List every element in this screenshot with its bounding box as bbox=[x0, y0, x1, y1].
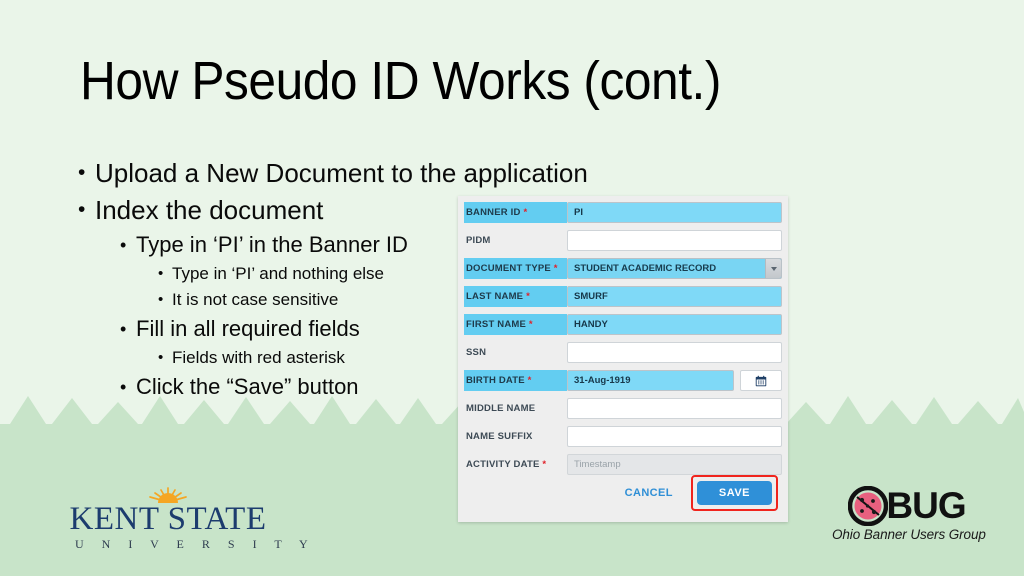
control-banner-id: PI bbox=[567, 202, 782, 223]
form-row-first-name: FIRST NAME * HANDY bbox=[458, 314, 788, 335]
list-item: • Index the document bbox=[78, 192, 508, 228]
list-item-label: Fields with red asterisk bbox=[172, 348, 345, 367]
activity-date-input: Timestamp bbox=[567, 454, 782, 475]
banner-id-input[interactable]: PI bbox=[567, 202, 782, 223]
form-row-banner-id: BANNER ID * PI bbox=[458, 202, 788, 223]
list-item: • Type in ‘PI’ in the Banner ID bbox=[120, 229, 508, 261]
list-item-label: Index the document bbox=[95, 195, 324, 225]
ladybug-icon bbox=[848, 486, 889, 526]
label-first-name: FIRST NAME * bbox=[464, 314, 567, 335]
kent-state-logo: KENT STATE U N I V E R S I T Y bbox=[68, 487, 316, 552]
form-row-document-type: DOCUMENT TYPE * STUDENT ACADEMIC RECORD bbox=[458, 258, 788, 279]
bullet-marker-icon: • bbox=[120, 235, 127, 255]
list-item: • Type in ‘PI’ and nothing else bbox=[158, 261, 508, 287]
list-item: • Fill in all required fields bbox=[120, 313, 508, 345]
label-pidm: PIDM bbox=[466, 235, 491, 246]
control-middle-name bbox=[567, 398, 782, 419]
label-activity-date: ACTIVITY DATE * bbox=[466, 459, 547, 470]
list-item-label: It is not case sensitive bbox=[172, 290, 339, 309]
obug-tagline: Ohio Banner Users Group bbox=[832, 527, 986, 542]
control-activity-date: Timestamp bbox=[567, 454, 782, 475]
obug-logo: BUG Ohio Banner Users Group bbox=[832, 486, 986, 543]
ssn-input[interactable] bbox=[567, 342, 782, 363]
cancel-button[interactable]: CANCEL bbox=[615, 483, 683, 503]
list-item: • It is not case sensitive bbox=[158, 287, 508, 313]
label-name-suffix: NAME SUFFIX bbox=[466, 431, 533, 442]
list-item: • Click the “Save” button bbox=[120, 371, 508, 403]
bullet-marker-icon: • bbox=[158, 265, 164, 282]
save-button-highlight: SAVE bbox=[690, 475, 778, 511]
list-item-label: Type in ‘PI’ in the Banner ID bbox=[136, 232, 408, 257]
birth-date-input[interactable]: 31-Aug-1919 bbox=[567, 370, 734, 391]
required-asterisk: * bbox=[542, 459, 547, 470]
list-item-label: Fill in all required fields bbox=[136, 316, 360, 341]
bullet-marker-icon: • bbox=[120, 377, 127, 397]
pidm-input[interactable] bbox=[567, 230, 782, 251]
control-name-suffix bbox=[567, 426, 782, 447]
control-first-name: HANDY bbox=[567, 314, 782, 335]
calendar-icon[interactable] bbox=[740, 370, 782, 391]
list-item-label: Type in ‘PI’ and nothing else bbox=[172, 264, 385, 283]
list-item-label: Click the “Save” button bbox=[136, 374, 359, 399]
form-actions: CANCEL SAVE bbox=[615, 475, 778, 511]
form-row-middle-name: MIDDLE NAME bbox=[458, 398, 788, 419]
form-row-last-name: LAST NAME * SMURF bbox=[458, 286, 788, 307]
control-pidm bbox=[567, 230, 782, 251]
label-ssn: SSN bbox=[466, 347, 487, 358]
document-indexing-form: BANNER ID * PI PIDM DOCUMENT TYPE * STUD… bbox=[458, 196, 788, 522]
required-asterisk: * bbox=[526, 291, 530, 302]
last-name-input[interactable]: SMURF bbox=[567, 286, 782, 307]
control-ssn bbox=[567, 342, 782, 363]
label-document-type: DOCUMENT TYPE * bbox=[464, 258, 567, 279]
list-item: • Fields with red asterisk bbox=[158, 345, 508, 371]
control-last-name: SMURF bbox=[567, 286, 782, 307]
kent-state-wordmark: KENT STATE bbox=[69, 501, 267, 537]
bullet-marker-icon: • bbox=[78, 198, 86, 221]
save-button[interactable]: SAVE bbox=[696, 481, 772, 505]
bullet-marker-icon: • bbox=[158, 349, 164, 366]
form-row-birth-date: BIRTH DATE * 31-Aug-1919 bbox=[458, 370, 788, 391]
list-item: • Upload a New Document to the applicati… bbox=[78, 155, 588, 191]
document-type-select[interactable]: STUDENT ACADEMIC RECORD bbox=[567, 258, 782, 279]
form-row-activity-date: ACTIVITY DATE * Timestamp bbox=[458, 454, 788, 475]
name-suffix-input[interactable] bbox=[567, 426, 782, 447]
form-row-pidm: PIDM bbox=[458, 230, 788, 251]
bullet-marker-icon: • bbox=[158, 291, 164, 308]
chevron-down-icon[interactable] bbox=[765, 259, 781, 278]
middle-name-input[interactable] bbox=[567, 398, 782, 419]
label-last-name: LAST NAME * bbox=[464, 286, 567, 307]
control-document-type: STUDENT ACADEMIC RECORD bbox=[567, 258, 782, 279]
kent-state-subtitle: U N I V E R S I T Y bbox=[75, 537, 316, 551]
required-asterisk: * bbox=[553, 263, 558, 274]
list-item-label: Upload a New Document to the application bbox=[95, 158, 588, 188]
page-title: How Pseudo ID Works (cont.) bbox=[80, 51, 721, 111]
control-birth-date-picker bbox=[740, 370, 782, 391]
required-asterisk: * bbox=[527, 375, 532, 386]
obug-mark: BUG bbox=[832, 486, 982, 526]
form-row-name-suffix: NAME SUFFIX bbox=[458, 426, 788, 447]
label-banner-id: BANNER ID * bbox=[464, 202, 567, 223]
label-middle-name: MIDDLE NAME bbox=[466, 403, 536, 414]
label-birth-date: BIRTH DATE * bbox=[464, 370, 567, 391]
slide-canvas: How Pseudo ID Works (cont.) • Upload a N… bbox=[0, 0, 1024, 576]
bullet-marker-icon: • bbox=[78, 161, 86, 184]
form-row-ssn: SSN bbox=[458, 342, 788, 363]
bullet-list: • Upload a New Document to the applicati… bbox=[78, 155, 588, 403]
obug-wordmark: BUG bbox=[886, 485, 966, 526]
first-name-input[interactable]: HANDY bbox=[567, 314, 782, 335]
control-birth-date: 31-Aug-1919 bbox=[567, 370, 734, 391]
bullet-marker-icon: • bbox=[120, 319, 127, 339]
required-asterisk: * bbox=[523, 207, 528, 218]
required-asterisk: * bbox=[528, 319, 533, 330]
